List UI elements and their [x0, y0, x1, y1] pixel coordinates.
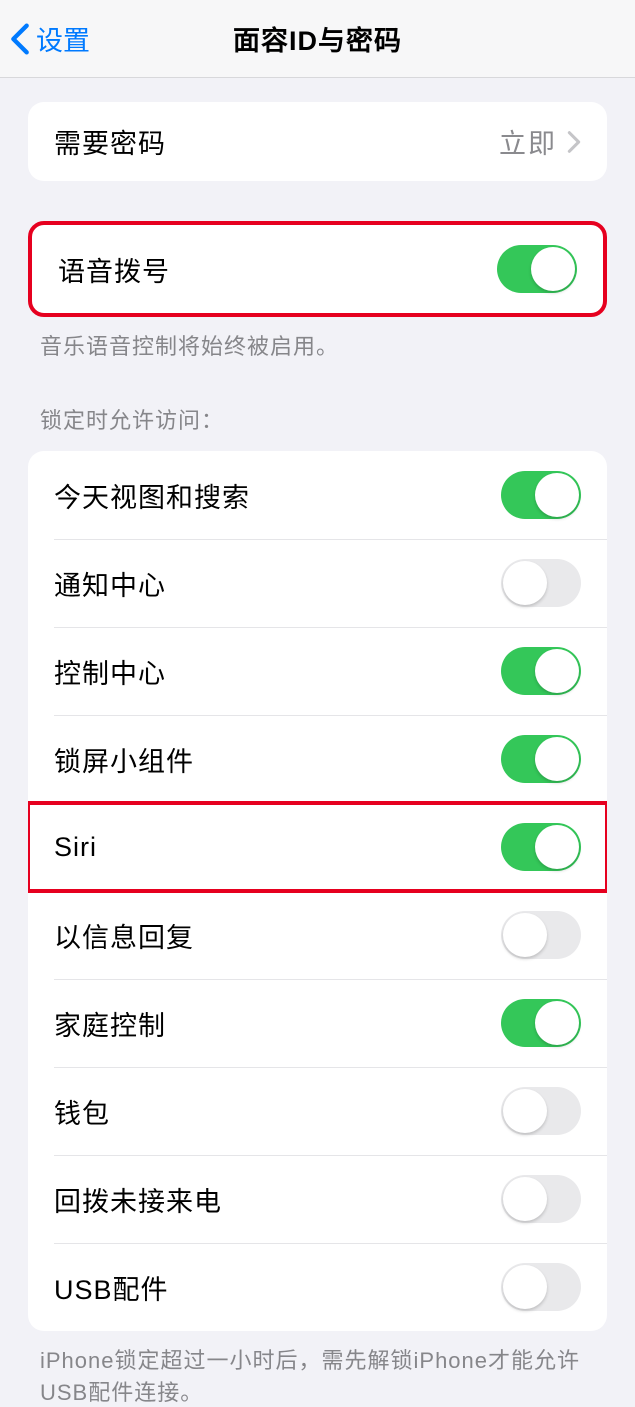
lock-access-header: 锁定时允许访问： — [0, 361, 635, 445]
lock-access-label: 控制中心 — [54, 652, 166, 691]
toggle-knob — [503, 561, 547, 605]
voice-dial-label: 语音拨号 — [58, 250, 170, 289]
toggle-knob — [535, 649, 579, 693]
back-label: 设置 — [36, 19, 90, 58]
chevron-right-icon — [567, 130, 581, 154]
page-title: 面容ID与密码 — [233, 19, 402, 58]
lock-access-row: 通知中心 — [28, 539, 607, 627]
toggle-knob — [503, 1089, 547, 1133]
lock-access-toggle[interactable] — [501, 1087, 581, 1135]
lock-access-row: Siri — [28, 803, 607, 891]
lock-access-row: USB配件 — [28, 1243, 607, 1331]
toggle-knob — [535, 825, 579, 869]
lock-access-toggle[interactable] — [501, 559, 581, 607]
require-passcode-label: 需要密码 — [54, 122, 166, 161]
lock-access-label: 钱包 — [54, 1092, 110, 1131]
lock-access-row: 今天视图和搜索 — [28, 451, 607, 539]
content-area: 需要密码 立即 语音拨号 音乐语音控制将始终被启用。 锁定时允许访问： 今天视图… — [0, 102, 635, 1407]
toggle-knob — [503, 1265, 547, 1309]
lock-access-label: 回拨未接来电 — [54, 1180, 222, 1219]
lock-access-toggle[interactable] — [501, 471, 581, 519]
voice-dial-group: 语音拨号 — [28, 221, 607, 317]
lock-access-label: Siri — [54, 832, 97, 863]
voice-dial-row: 语音拨号 — [32, 225, 603, 313]
lock-access-row: 锁屏小组件 — [28, 715, 607, 803]
navigation-header: 设置 面容ID与密码 — [0, 0, 635, 78]
require-passcode-value: 立即 — [499, 122, 557, 161]
lock-access-label: 锁屏小组件 — [54, 740, 194, 779]
lock-access-toggle[interactable] — [501, 1175, 581, 1223]
toggle-knob — [531, 247, 575, 291]
lock-access-label: 通知中心 — [54, 564, 166, 603]
lock-access-toggle[interactable] — [501, 735, 581, 783]
lock-access-label: 今天视图和搜索 — [54, 476, 250, 515]
toggle-knob — [535, 737, 579, 781]
lock-access-label: 家庭控制 — [54, 1004, 166, 1043]
passcode-group: 需要密码 立即 — [28, 102, 607, 181]
lock-access-toggle[interactable] — [501, 647, 581, 695]
require-passcode-value-wrap: 立即 — [499, 122, 581, 161]
lock-access-row: 回拨未接来电 — [28, 1155, 607, 1243]
voice-dial-footer: 音乐语音控制将始终被启用。 — [0, 317, 635, 361]
toggle-knob — [503, 1177, 547, 1221]
lock-access-label: USB配件 — [54, 1268, 169, 1307]
toggle-knob — [535, 1001, 579, 1045]
toggle-knob — [535, 473, 579, 517]
chevron-left-icon — [10, 22, 30, 56]
lock-access-row: 控制中心 — [28, 627, 607, 715]
lock-access-toggle[interactable] — [501, 823, 581, 871]
lock-access-row: 以信息回复 — [28, 891, 607, 979]
voice-dial-toggle[interactable] — [497, 245, 577, 293]
lock-access-row: 家庭控制 — [28, 979, 607, 1067]
lock-access-toggle[interactable] — [501, 911, 581, 959]
back-button[interactable]: 设置 — [0, 19, 90, 58]
lock-access-group: 今天视图和搜索通知中心控制中心锁屏小组件 Siri 以信息回复家庭控制钱包回拨未接来… — [28, 451, 607, 1331]
lock-access-row: 钱包 — [28, 1067, 607, 1155]
require-passcode-row[interactable]: 需要密码 立即 — [28, 102, 607, 181]
lock-access-footer: iPhone锁定超过一小时后，需先解锁iPhone才能允许USB配件连接。 — [0, 1331, 635, 1407]
lock-access-toggle[interactable] — [501, 1263, 581, 1311]
toggle-knob — [503, 913, 547, 957]
lock-access-label: 以信息回复 — [54, 916, 194, 955]
lock-access-toggle[interactable] — [501, 999, 581, 1047]
